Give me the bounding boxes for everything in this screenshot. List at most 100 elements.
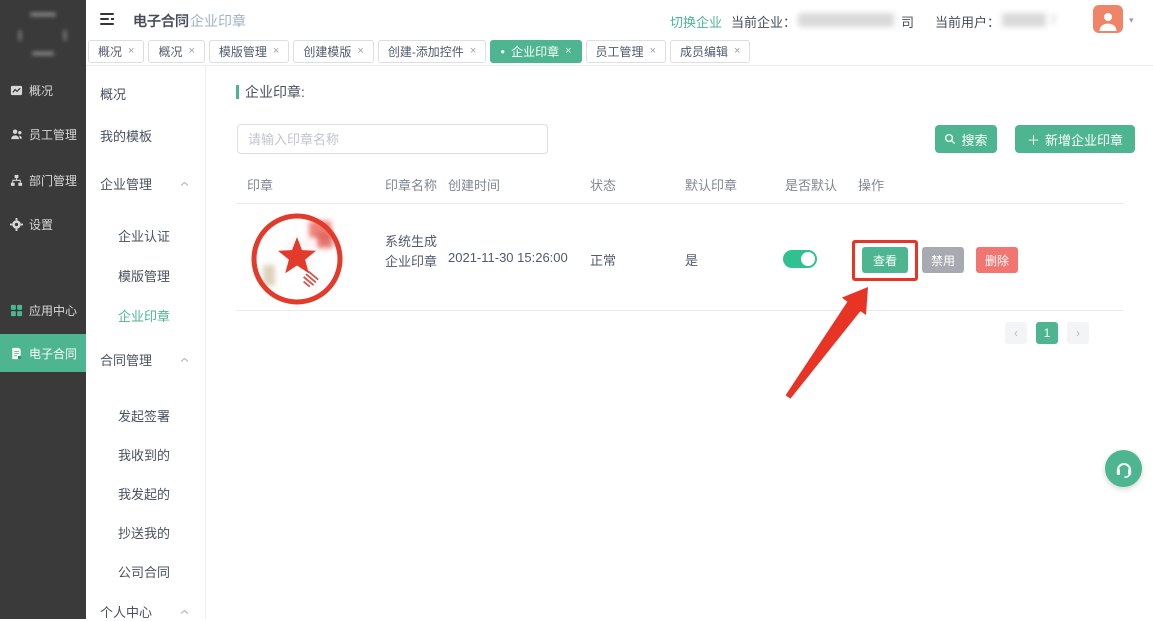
chevron-up-icon xyxy=(180,181,189,187)
close-icon[interactable]: × xyxy=(734,46,740,57)
sidebar-item-departments[interactable]: 部门管理 xyxy=(0,166,86,194)
search-button[interactable]: 搜索 xyxy=(935,125,997,153)
seal-name-search-input[interactable] xyxy=(237,124,548,154)
tab-label: 概况 xyxy=(98,43,122,60)
sidebar-item-label: 设置 xyxy=(29,216,53,233)
tab-label: 概况 xyxy=(158,43,182,60)
close-icon[interactable]: × xyxy=(188,46,194,57)
tab-label: 成员编辑 xyxy=(680,43,728,60)
col-header-seal-name: 印章名称 xyxy=(385,175,437,194)
sidebar-item-employees[interactable]: 员工管理 xyxy=(0,120,86,148)
chevron-up-icon xyxy=(180,357,189,363)
submenu-label: 公司合同 xyxy=(118,562,170,581)
sidebar-item-overview[interactable]: 概况 xyxy=(0,76,86,104)
primary-sidebar: 概况 员工管理 部门管理 设置 xyxy=(0,0,86,619)
cell-seal-name: 系统生成 企业印章 xyxy=(385,232,437,272)
cell-is-default: 是 xyxy=(685,250,698,269)
pagination-page-1[interactable]: 1 xyxy=(1036,322,1058,344)
submenu-label: 个人中心 xyxy=(100,602,152,621)
tab-label: 模版管理 xyxy=(219,43,267,60)
tab-label: 创建-添加控件 xyxy=(388,43,464,60)
cell-created-time: 2021-11-30 15:26:00 xyxy=(448,250,568,265)
close-icon[interactable]: × xyxy=(273,46,279,57)
col-header-default-seal: 默认印章 xyxy=(685,175,737,194)
contract-icon xyxy=(10,347,23,360)
sidebar-item-label: 员工管理 xyxy=(29,126,77,143)
collapse-menu-icon[interactable] xyxy=(100,13,116,25)
col-header-created: 创建时间 xyxy=(448,175,500,194)
censored-mark xyxy=(1052,14,1055,24)
pagination-prev-button[interactable]: ‹ xyxy=(1005,322,1027,344)
close-icon[interactable]: × xyxy=(357,46,363,57)
submenu-my-templates[interactable]: 我的模板 xyxy=(86,126,205,145)
sidebar-item-app-center[interactable]: 应用中心 xyxy=(0,296,86,324)
close-icon[interactable]: × xyxy=(470,46,476,57)
user-avatar[interactable] xyxy=(1093,5,1123,33)
pagination-next-button[interactable]: › xyxy=(1067,322,1089,344)
tab-template-management[interactable]: 模版管理 × xyxy=(209,40,289,63)
tab-member-edit[interactable]: 成员编辑 × xyxy=(670,40,750,63)
tab-create-add-controls[interactable]: 创建-添加控件 × xyxy=(378,40,486,63)
disable-button[interactable]: 禁用 xyxy=(922,247,964,273)
submenu-label: 我的模板 xyxy=(100,126,152,145)
submenu-company-management[interactable]: 企业管理 xyxy=(86,174,205,193)
delete-button[interactable]: 删除 xyxy=(976,247,1018,273)
sidebar-item-settings[interactable]: 设置 xyxy=(0,210,86,238)
cell-status: 正常 xyxy=(590,250,616,269)
departments-icon xyxy=(10,174,23,187)
sidebar-item-e-contract[interactable]: 电子合同 xyxy=(0,334,86,372)
seal-name-line1: 系统生成 xyxy=(385,232,437,252)
submenu-label: 模版管理 xyxy=(118,266,170,285)
sidebar-item-label: 概况 xyxy=(29,82,53,99)
current-company-label: 当前企业： xyxy=(731,12,796,31)
tab-overview-1[interactable]: 概况 × xyxy=(88,40,144,63)
submenu-company-contracts[interactable]: 公司合同 xyxy=(86,562,205,581)
close-icon[interactable]: × xyxy=(128,46,134,57)
breadcrumb-current: 企业印章 xyxy=(190,11,246,31)
breadcrumb-separator: / xyxy=(179,11,183,27)
col-header-status: 状态 xyxy=(590,175,616,194)
censored-user-name xyxy=(1002,13,1046,27)
default-seal-toggle[interactable] xyxy=(783,250,817,268)
tab-company-seal[interactable]: ● 企业印章 × xyxy=(490,40,581,63)
sidebar-item-label: 应用中心 xyxy=(29,302,77,319)
submenu-label: 企业管理 xyxy=(100,174,152,193)
submenu-label: 我发起的 xyxy=(118,484,170,503)
submenu-personal-center[interactable]: 个人中心 xyxy=(86,602,205,621)
submenu-contract-management[interactable]: 合同管理 xyxy=(86,350,205,369)
app-logo xyxy=(0,0,86,72)
table-header-divider xyxy=(236,203,1123,204)
search-button-label: 搜索 xyxy=(961,130,987,149)
tab-label: 员工管理 xyxy=(596,43,644,60)
sidebar-item-label: 部门管理 xyxy=(29,172,77,189)
tab-create-template[interactable]: 创建模版 × xyxy=(293,40,373,63)
annotation-arrow xyxy=(778,282,873,402)
tab-employee-management[interactable]: 员工管理 × xyxy=(586,40,666,63)
submenu-company-certification[interactable]: 企业认证 xyxy=(86,226,205,245)
tab-bar: 概况 × 概况 × 模版管理 × 创建模版 × 创建-添加控件 × ● 企业印章… xyxy=(86,38,1153,66)
switch-company-link[interactable]: 切换企业 xyxy=(670,12,722,31)
submenu-initiate-signing[interactable]: 发起签署 xyxy=(86,406,205,425)
table-row-divider xyxy=(236,310,1123,311)
add-button-label: 新增企业印章 xyxy=(1045,130,1123,149)
title-accent-bar xyxy=(236,85,239,99)
submenu-cc-to-me[interactable]: 抄送我的 xyxy=(86,523,205,542)
submenu-label: 我收到的 xyxy=(118,445,170,464)
submenu-received[interactable]: 我收到的 xyxy=(86,445,205,464)
submenu-company-seal[interactable]: 企业印章 xyxy=(86,306,205,325)
submenu-template-management[interactable]: 模版管理 xyxy=(86,266,205,285)
tab-overview-2[interactable]: 概况 × xyxy=(148,40,204,63)
submenu-overview[interactable]: 概况 xyxy=(86,84,205,103)
submenu-label: 抄送我的 xyxy=(118,523,170,542)
add-company-seal-button[interactable]: ＋ 新增企业印章 xyxy=(1015,125,1135,153)
main-content: 企业印章: 搜索 ＋ 新增企业印章 印章 印章名称 创建时间 状态 默认印章 是… xyxy=(206,66,1153,619)
avatar-caret-down-icon[interactable]: ▾ xyxy=(1129,15,1134,26)
submenu-label: 企业印章 xyxy=(118,306,170,325)
censored-company-name xyxy=(798,13,894,27)
close-icon[interactable]: × xyxy=(565,46,571,57)
close-icon[interactable]: × xyxy=(650,46,656,57)
customer-service-button[interactable] xyxy=(1105,450,1142,487)
col-header-seal: 印章 xyxy=(247,175,273,194)
submenu-initiated[interactable]: 我发起的 xyxy=(86,484,205,503)
search-icon xyxy=(944,133,956,145)
